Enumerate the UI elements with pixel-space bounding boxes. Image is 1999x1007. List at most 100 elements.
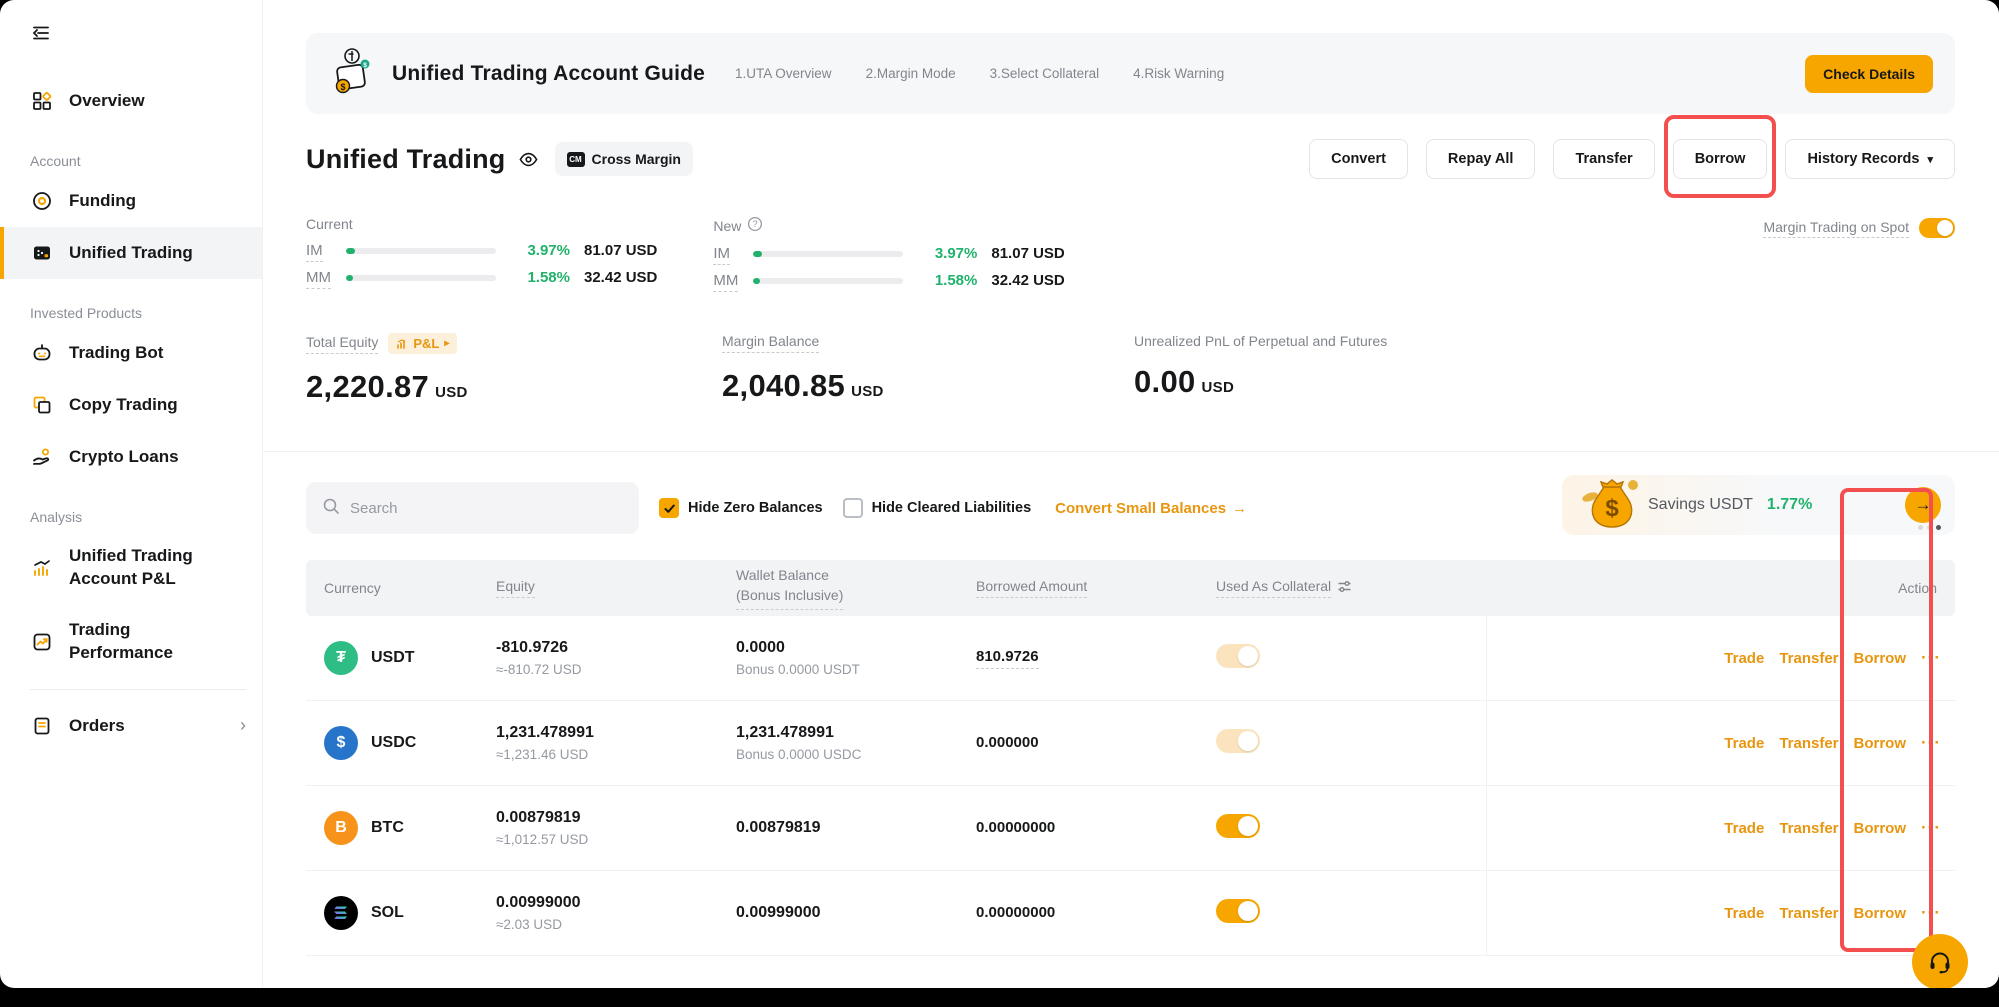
borrow-link[interactable]: Borrow: [1854, 735, 1907, 752]
check-details-button[interactable]: Check Details: [1805, 55, 1933, 93]
collateral-toggle[interactable]: [1216, 729, 1260, 753]
sidebar-section-invested: Invested Products: [0, 305, 262, 321]
wallet-balance: 0.00879819: [736, 819, 976, 837]
col-action: Action: [1486, 580, 1955, 596]
current-mm-row: MM 1.58% 32.42 USD: [306, 269, 657, 286]
transfer-link[interactable]: Transfer: [1779, 735, 1838, 752]
col-currency: Currency: [306, 580, 496, 596]
sidebar-item-label: Copy Trading: [69, 395, 178, 415]
margin-balance-block: Margin Balance 2,040.85USD: [722, 333, 1134, 405]
repay-all-button[interactable]: Repay All: [1426, 139, 1536, 179]
sidebar-item-copy-trading[interactable]: Copy Trading: [0, 379, 262, 431]
carousel-dots: [1918, 525, 1941, 530]
svg-text:$: $: [340, 82, 345, 92]
orders-icon: [30, 714, 54, 738]
question-circle-icon[interactable]: ?: [747, 216, 763, 235]
more-actions-icon[interactable]: ···: [1921, 648, 1941, 668]
table-row-usdc: $ USDC 1,231.478991≈1,231.46 USD 1,231.4…: [306, 701, 1955, 786]
col-wallet-balance: Wallet Balance (Bonus Inclusive): [736, 566, 976, 609]
support-headset-button[interactable]: [1912, 934, 1968, 988]
more-actions-icon[interactable]: ···: [1921, 818, 1941, 838]
transfer-link[interactable]: Transfer: [1779, 820, 1838, 837]
convert-button[interactable]: Convert: [1309, 139, 1408, 179]
col-equity: Equity: [496, 578, 535, 598]
hide-zero-balances-checkbox[interactable]: Hide Zero Balances: [659, 498, 823, 518]
table-row-usdt: ₮ USDT -810.9726≈-810.72 USD 0.0000Bonus…: [306, 616, 1955, 701]
eye-icon[interactable]: [518, 149, 539, 170]
search-icon: [322, 497, 340, 520]
borrow-link[interactable]: Borrow: [1854, 905, 1907, 922]
transfer-link[interactable]: Transfer: [1779, 905, 1838, 922]
wallet-bonus: Bonus 0.0000 USDT: [736, 662, 976, 677]
chevron-right-icon: ›: [240, 715, 246, 736]
wallet-balance: 0.00999000: [736, 904, 976, 922]
new-label: New: [713, 218, 741, 234]
unrealized-pnl-block: Unrealized PnL of Perpetual and Futures …: [1134, 333, 1387, 405]
caret-down-icon: ▾: [1927, 153, 1933, 166]
btc-coin-icon: B: [324, 811, 358, 845]
money-bag-icon: $: [1576, 469, 1644, 539]
sidebar-item-label: Unified Trading: [69, 243, 193, 263]
total-equity-label: Total Equity: [306, 334, 378, 354]
im-label: IM: [713, 245, 730, 265]
collateral-toggle[interactable]: [1216, 814, 1260, 838]
borrow-link[interactable]: Borrow: [1854, 650, 1907, 667]
sidebar-item-trading-performance[interactable]: Trading Performance: [0, 605, 262, 679]
hide-cleared-liabilities-checkbox[interactable]: Hide Cleared Liabilities: [843, 498, 1032, 518]
search-input[interactable]: [350, 500, 623, 517]
sidebar-item-label: Crypto Loans: [69, 447, 179, 467]
margin-trading-on-spot-toggle[interactable]: [1919, 218, 1955, 238]
trading-bot-icon: [30, 341, 54, 365]
borrow-link[interactable]: Borrow: [1854, 820, 1907, 837]
transfer-link[interactable]: Transfer: [1779, 650, 1838, 667]
borrow-button[interactable]: Borrow: [1673, 139, 1768, 179]
trade-link[interactable]: Trade: [1724, 650, 1764, 667]
sidebar-item-orders[interactable]: Orders ›: [0, 700, 262, 752]
more-actions-icon[interactable]: ···: [1921, 903, 1941, 923]
trade-link[interactable]: Trade: [1724, 735, 1764, 752]
sidebar-divider: [30, 689, 246, 690]
sidebar-item-label: Overview: [69, 91, 145, 111]
equity-usd: ≈1,231.46 USD: [496, 747, 736, 762]
mm-percent: 1.58%: [915, 272, 977, 289]
im-value: 81.07 USD: [584, 242, 657, 259]
convert-small-balances-label: Convert Small Balances: [1055, 500, 1226, 517]
mm-label: MM: [713, 272, 738, 292]
sidebar-collapse-icon[interactable]: [30, 22, 52, 49]
mm-progress-bar: [346, 275, 496, 281]
transfer-button[interactable]: Transfer: [1553, 139, 1654, 179]
sol-coin-icon: [324, 896, 358, 930]
svg-text:?: ?: [753, 219, 758, 229]
collateral-toggle[interactable]: [1216, 899, 1260, 923]
history-records-button[interactable]: History Records ▾: [1785, 139, 1955, 179]
more-actions-icon[interactable]: ···: [1921, 733, 1941, 753]
savings-promo-banner[interactable]: $ Savings USDT 1.77% →: [1562, 475, 1955, 535]
headset-icon: [1926, 948, 1954, 976]
sidebar-item-funding[interactable]: Funding: [0, 175, 262, 227]
section-divider: [263, 451, 1999, 452]
collateral-settings-icon[interactable]: [1337, 579, 1352, 597]
assets-table: Currency Equity Wallet Balance (Bonus In…: [306, 560, 1955, 956]
collateral-toggle[interactable]: [1216, 644, 1260, 668]
total-equity-unit: USD: [435, 384, 468, 401]
trade-link[interactable]: Trade: [1724, 905, 1764, 922]
current-im-row: IM 3.97% 81.07 USD: [306, 242, 657, 259]
pnl-badge[interactable]: P&L ▸: [388, 333, 457, 354]
sidebar-item-crypto-loans[interactable]: Crypto Loans: [0, 431, 262, 483]
guide-step-2: 2.Margin Mode: [866, 66, 956, 81]
overview-grid-icon: [30, 89, 54, 113]
sidebar-section-analysis: Analysis: [0, 509, 262, 525]
sidebar-item-unified-trading[interactable]: Unified Trading: [0, 227, 262, 279]
sidebar-item-uta-pnl[interactable]: Unified Trading Account P&L: [0, 531, 262, 605]
history-records-label: History Records: [1807, 151, 1919, 167]
sidebar-item-trading-bot[interactable]: Trading Bot: [0, 327, 262, 379]
cross-margin-badge[interactable]: CM Cross Margin: [555, 142, 693, 176]
borrowed-amount: 810.9726: [976, 648, 1039, 669]
trade-link[interactable]: Trade: [1724, 820, 1764, 837]
mm-percent: 1.58%: [508, 269, 570, 286]
sidebar-item-overview[interactable]: Overview: [0, 75, 262, 127]
savings-arrow-button[interactable]: →: [1905, 487, 1941, 523]
convert-small-balances-link[interactable]: Convert Small Balances →: [1055, 500, 1247, 517]
funding-icon: [30, 189, 54, 213]
guide-step-1: 1.UTA Overview: [735, 66, 832, 81]
